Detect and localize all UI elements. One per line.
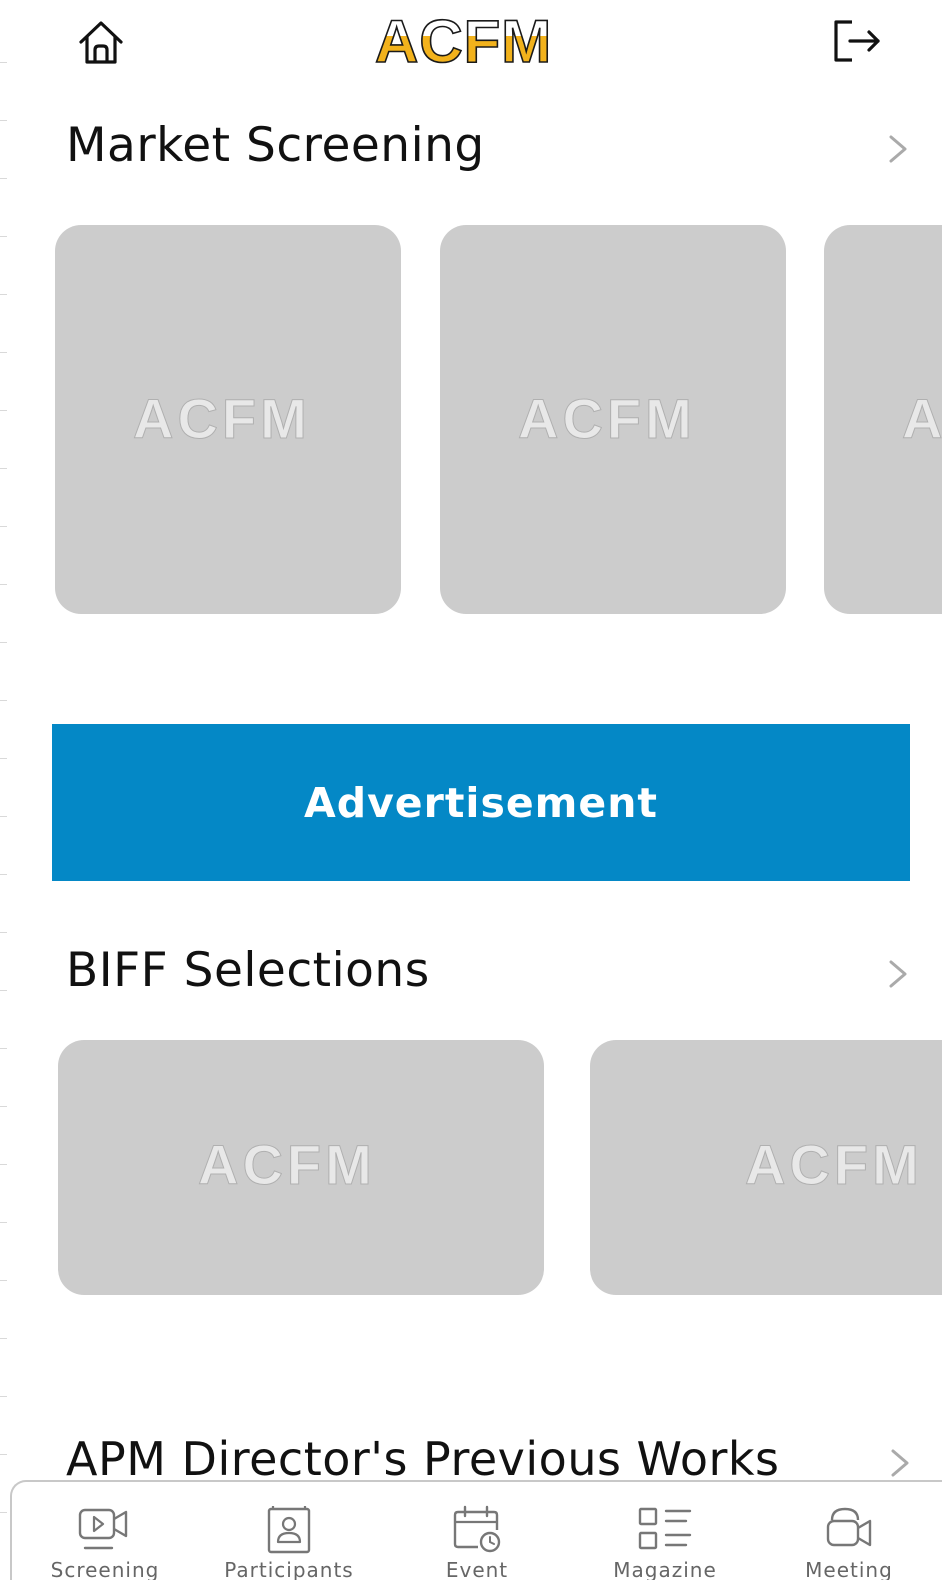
acfm-placeholder-logo bbox=[133, 392, 312, 451]
app-header: ACFM bbox=[0, 0, 942, 90]
acfm-logo: ACFM bbox=[374, 10, 552, 74]
tab-participants[interactable]: Participants bbox=[204, 1482, 374, 1580]
tab-label-meeting: Meeting bbox=[805, 1558, 893, 1580]
market-screening-chevron-right-icon[interactable] bbox=[886, 132, 910, 166]
tab-event[interactable]: Event bbox=[392, 1482, 562, 1580]
biff-selections-card[interactable] bbox=[590, 1040, 942, 1295]
video-call-icon bbox=[826, 1507, 872, 1547]
tab-meeting[interactable]: Meeting bbox=[764, 1482, 934, 1580]
market-screening-card[interactable] bbox=[824, 225, 942, 614]
left-edge-marks bbox=[0, 0, 8, 1580]
acfm-placeholder-logo bbox=[518, 392, 697, 451]
tab-label-magazine: Magazine bbox=[613, 1558, 717, 1580]
grid-list-icon bbox=[638, 1507, 692, 1550]
tab-label-participants: Participants bbox=[224, 1558, 354, 1580]
home-icon[interactable] bbox=[76, 18, 126, 68]
contact-book-icon bbox=[267, 1506, 311, 1554]
biff-selections-chevron-right-icon[interactable] bbox=[886, 957, 910, 991]
market-screening-card[interactable] bbox=[55, 225, 401, 614]
calendar-clock-icon bbox=[453, 1505, 501, 1553]
market-screening-card[interactable] bbox=[440, 225, 786, 614]
apm-previous-works-chevron-right-icon[interactable] bbox=[888, 1446, 912, 1480]
advertisement-banner[interactable]: Advertisement bbox=[52, 724, 910, 881]
svg-text:ACFM: ACFM bbox=[375, 10, 552, 74]
biff-selections-card[interactable] bbox=[58, 1040, 544, 1295]
section-title-apm-previous-works: APM Director's Previous Works bbox=[66, 1432, 780, 1486]
acfm-placeholder-logo bbox=[198, 1138, 377, 1197]
section-title-biff-selections: BIFF Selections bbox=[66, 943, 430, 998]
tab-label-event: Event bbox=[445, 1558, 509, 1580]
video-play-icon bbox=[78, 1508, 128, 1550]
tab-label-screening: Screening bbox=[50, 1558, 160, 1580]
logout-icon[interactable] bbox=[832, 16, 886, 66]
acfm-placeholder-logo bbox=[902, 392, 942, 451]
tab-screening[interactable]: Screening bbox=[20, 1482, 190, 1580]
section-title-market-screening: Market Screening bbox=[66, 118, 485, 173]
bottom-tab-bar: Screening Participants Event Magazine Me… bbox=[10, 1480, 942, 1580]
acfm-placeholder-logo bbox=[745, 1138, 924, 1197]
advertisement-label: Advertisement bbox=[303, 778, 658, 827]
tab-magazine[interactable]: Magazine bbox=[580, 1482, 750, 1580]
